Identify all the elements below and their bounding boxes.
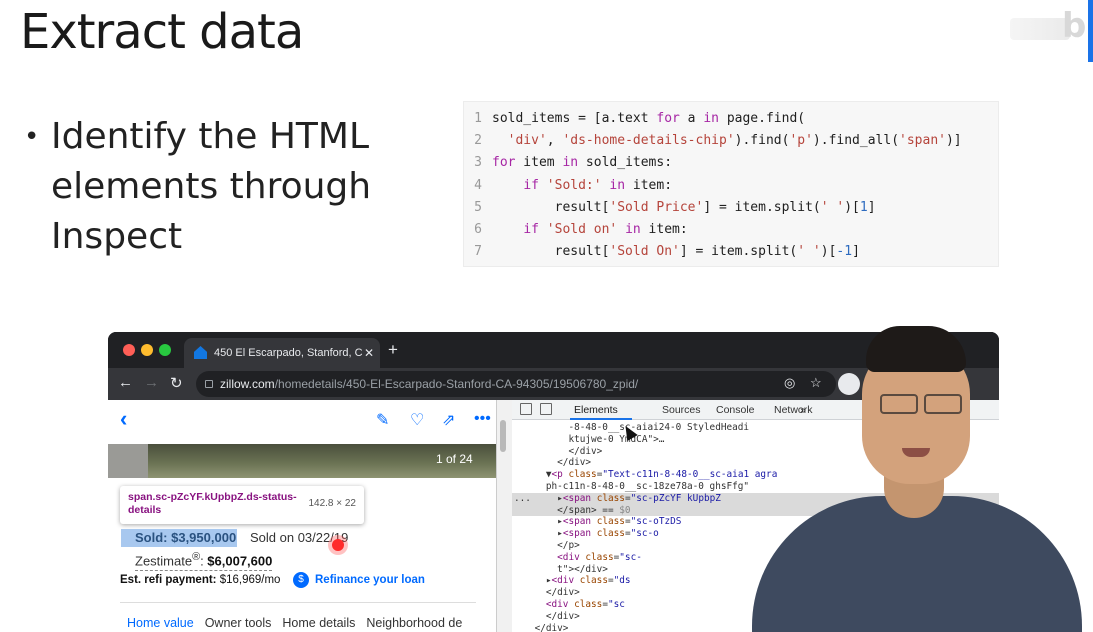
line-number: 6 bbox=[474, 221, 482, 237]
code-line: 4 if 'Sold:' in item: bbox=[464, 175, 998, 197]
code-text: sold_items = [a.text for a in page.find( bbox=[492, 111, 806, 126]
line-number: 1 bbox=[474, 111, 482, 126]
code-line: 6 if 'Sold on' in item: bbox=[464, 219, 998, 241]
code-text: if 'Sold:' in item: bbox=[523, 177, 673, 193]
zestimate-label: Zestimate bbox=[135, 553, 193, 569]
tooltip-size: 142.8 × 22 bbox=[308, 498, 356, 509]
line-number: 7 bbox=[474, 244, 482, 260]
line-number: 5 bbox=[474, 199, 482, 215]
code-text: result['Sold Price'] = item.split(' ')[1… bbox=[492, 199, 876, 215]
watermark-logo bbox=[1010, 18, 1070, 40]
logo-letter: b bbox=[1062, 6, 1087, 46]
zillow-favicon-icon bbox=[194, 346, 207, 359]
code-block: 1 sold_items = [a.text for a in page.find… bbox=[463, 101, 999, 267]
line-number: 4 bbox=[474, 177, 482, 193]
zestimate-value: $6,007,600 bbox=[207, 553, 273, 569]
scrollbar-thumb[interactable] bbox=[500, 420, 506, 452]
dom-ellipsis[interactable]: ... bbox=[514, 493, 531, 505]
bullet-text: Identify the HTML elements through Inspe… bbox=[51, 116, 372, 257]
code-text: for item in sold_items: bbox=[492, 155, 673, 171]
photo-counter: 1 of 24 bbox=[436, 452, 473, 466]
browser-tab[interactable]: 450 El Escarpado, Stanford, C ✕ bbox=[184, 338, 380, 368]
url-host: zillow.com bbox=[220, 377, 275, 391]
lock-icon bbox=[205, 380, 213, 388]
code-text: if 'Sold on' in item: bbox=[523, 221, 688, 237]
home-photo-left bbox=[108, 444, 148, 478]
url-path: /homedetails/450-El-Escarpado-Stanford-C… bbox=[274, 377, 639, 391]
presenter-glasses-left bbox=[880, 394, 918, 414]
back-chevron-icon[interactable]: ‹ bbox=[120, 406, 127, 432]
inspect-tooltip: span.sc-pZcYF.kUpbpZ.ds-status-details 1… bbox=[120, 486, 364, 524]
line-number: 3 bbox=[474, 155, 482, 171]
bullet-point: • Identify the HTML elements through Ins… bbox=[24, 112, 444, 262]
presenter-video bbox=[752, 320, 1093, 632]
code-line: 7 result['Sold On'] = item.split(' ')[-1… bbox=[464, 241, 998, 263]
new-tab-button[interactable]: + bbox=[388, 340, 398, 360]
devtools-tab-sources[interactable]: Sources bbox=[662, 404, 701, 416]
bullet-dot-icon: • bbox=[24, 122, 40, 152]
page-tab[interactable]: Neighborhood de bbox=[366, 616, 462, 630]
line-number: 2 bbox=[474, 133, 482, 149]
code-line: 1 sold_items = [a.text for a in page.find… bbox=[464, 108, 998, 130]
refinance-link[interactable]: Refinance your loan bbox=[315, 572, 425, 588]
zestimate[interactable]: Zestimate®: $6,007,600 bbox=[135, 548, 273, 572]
click-indicator bbox=[332, 539, 344, 551]
window-minimize-button[interactable] bbox=[141, 344, 153, 356]
more-icon[interactable]: ••• bbox=[474, 410, 491, 428]
tooltip-selector: span.sc-pZcYF.kUpbpZ.ds-status-details bbox=[128, 491, 297, 516]
address-bar[interactable]: zillow.com/homedetails/450-El-Escarpado-… bbox=[196, 371, 836, 397]
zillow-page: ‹ ✎ ♡ ⇗ ••• 1 of 24 span.sc-pZcYF.kUpbpZ… bbox=[108, 400, 496, 632]
refi-value: $16,969/mo bbox=[219, 574, 281, 586]
refi-label: Est. refi payment: bbox=[120, 574, 217, 586]
page-tab[interactable]: Home value bbox=[127, 616, 194, 630]
devtools-tab-underline bbox=[570, 418, 632, 420]
page-tabs: Home value Owner tools Home details Neighbo… bbox=[127, 616, 473, 630]
inspect-element-icon[interactable] bbox=[520, 403, 532, 415]
back-arrow-icon[interactable]: ← bbox=[118, 374, 133, 391]
code-line: 5 result['Sold Price'] = item.split(' ')… bbox=[464, 197, 998, 219]
page-tab[interactable]: Owner tools bbox=[205, 616, 272, 630]
code-text: 'div', 'ds-home-details-chip').find('p')… bbox=[507, 133, 962, 149]
dollar-icon: $ bbox=[293, 572, 309, 588]
devtools-tab-console[interactable]: Console bbox=[716, 404, 755, 416]
device-toolbar-icon[interactable] bbox=[540, 403, 552, 415]
tab-title: 450 El Escarpado, Stanford, C bbox=[214, 347, 363, 359]
heart-icon[interactable]: ♡ bbox=[410, 410, 424, 430]
forward-arrow-icon[interactable]: → bbox=[144, 374, 159, 391]
reload-icon[interactable]: ↻ bbox=[170, 374, 183, 392]
window-zoom-button[interactable] bbox=[159, 344, 171, 356]
page-scrollbar[interactable] bbox=[496, 400, 512, 632]
code-line: 2 'div', 'ds-home-details-chip').find('p… bbox=[464, 130, 998, 152]
edge-accent-bar bbox=[1088, 0, 1093, 62]
code-text: result['Sold On'] = item.split(' ')[-1] bbox=[492, 244, 860, 260]
divider bbox=[120, 602, 476, 603]
presenter-glasses-right bbox=[924, 394, 962, 414]
devtools-tab-elements[interactable]: Elements bbox=[574, 404, 618, 416]
window-close-button[interactable] bbox=[123, 344, 135, 356]
page-tab[interactable]: Home details bbox=[282, 616, 355, 630]
zestimate-registered-mark: ® bbox=[192, 551, 201, 563]
share-icon[interactable]: ⇗ bbox=[442, 410, 455, 430]
edit-pencil-icon[interactable]: ✎ bbox=[376, 410, 389, 430]
presenter-hair bbox=[866, 326, 966, 372]
code-line: 3 for item in sold_items: bbox=[464, 152, 998, 174]
tab-close-icon[interactable]: ✕ bbox=[364, 338, 374, 368]
sold-price: Sold: $3,950,000 bbox=[135, 530, 237, 545]
slide-title: Extract data bbox=[20, 4, 304, 60]
refi-payment: Est. refi payment: $16,969/mo bbox=[120, 572, 280, 588]
